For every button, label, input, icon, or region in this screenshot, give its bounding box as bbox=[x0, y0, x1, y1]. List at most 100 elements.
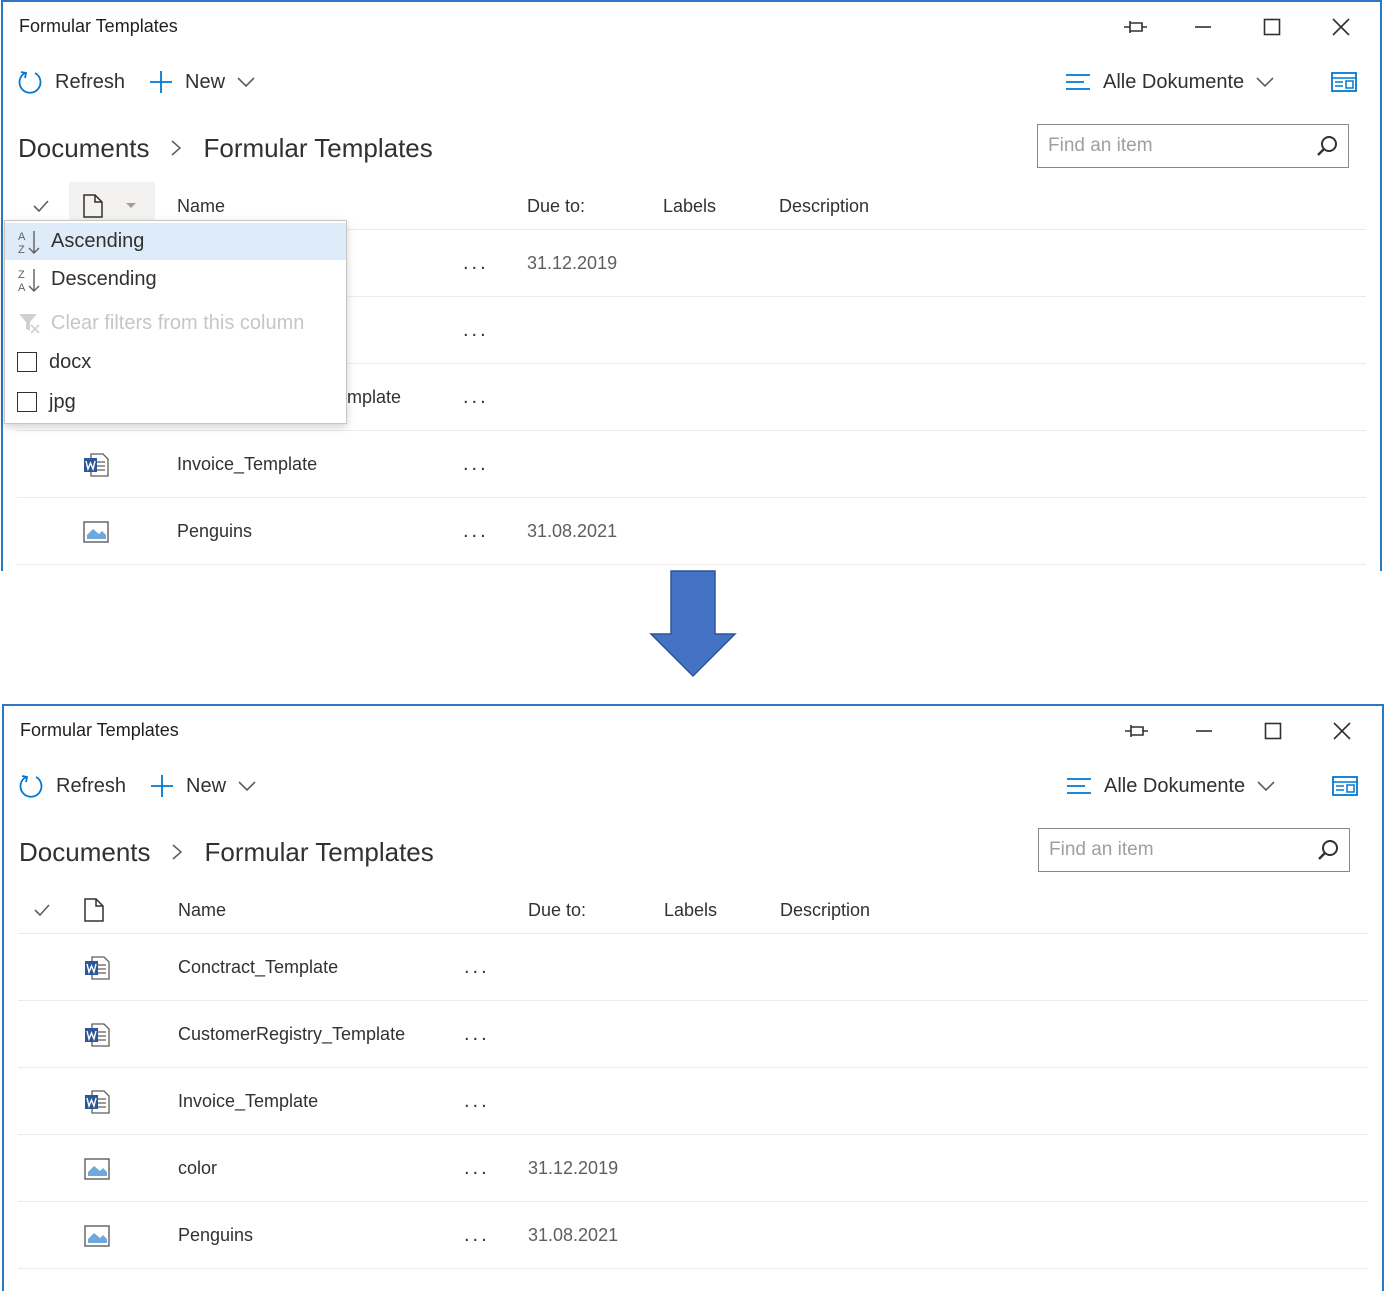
table-row[interactable]: CustomerRegistry_Template ... bbox=[18, 1001, 1368, 1068]
labels-column-header[interactable]: Labels bbox=[663, 182, 716, 230]
close-button[interactable] bbox=[1321, 10, 1361, 44]
checkmark-icon bbox=[33, 200, 49, 213]
sort-descending-icon: ZA bbox=[18, 268, 40, 293]
due-column-header[interactable]: Due to: bbox=[527, 182, 585, 230]
more-options-button[interactable]: ... bbox=[464, 1202, 490, 1269]
more-options-button[interactable]: ... bbox=[463, 297, 489, 364]
details-pane-button[interactable] bbox=[1332, 764, 1370, 808]
search-box[interactable] bbox=[1037, 124, 1349, 168]
filter-docx-checkbox[interactable] bbox=[17, 352, 37, 372]
clear-filter-icon bbox=[19, 314, 40, 334]
command-bar: Refresh New Alle Dokumente bbox=[4, 764, 1382, 808]
image-file-icon bbox=[83, 498, 109, 565]
minimize-button[interactable] bbox=[1183, 10, 1223, 44]
file-name[interactable]: Penguins bbox=[178, 1202, 253, 1269]
window-after-sort: Formular Templates Refresh New Alle Doku… bbox=[2, 704, 1384, 1291]
filter-jpg-item[interactable]: jpg bbox=[5, 383, 346, 421]
more-options-button[interactable]: ... bbox=[463, 364, 489, 431]
search-input[interactable] bbox=[1049, 839, 1317, 861]
table-row[interactable]: Invoice_Template ... bbox=[17, 431, 1366, 498]
more-options-button[interactable]: ... bbox=[464, 1135, 490, 1202]
chevron-down-icon bbox=[1256, 77, 1274, 88]
due-date: 31.12.2019 bbox=[527, 253, 618, 273]
transition-arrow-icon bbox=[649, 570, 737, 678]
maximize-button[interactable] bbox=[1252, 10, 1292, 44]
pin-button[interactable] bbox=[1115, 10, 1155, 44]
file-name[interactable]: CustomerRegistry_Template bbox=[178, 1001, 405, 1068]
breadcrumb-root[interactable]: Documents bbox=[18, 133, 150, 164]
file-name[interactable]: Conctract_Template bbox=[178, 934, 338, 1001]
window-title: Formular Templates bbox=[20, 720, 179, 740]
maximize-button[interactable] bbox=[1253, 714, 1293, 748]
clear-filters-label: Clear filters from this column bbox=[51, 311, 305, 334]
select-all-checkmark[interactable] bbox=[34, 886, 50, 934]
view-label: Alle Dokumente bbox=[1104, 774, 1246, 797]
maximize-icon bbox=[1263, 18, 1281, 36]
clear-filters-item: Clear filters from this column bbox=[5, 305, 346, 341]
minimize-icon bbox=[1196, 730, 1212, 732]
table-row[interactable]: Penguins ... 31.08.2021 bbox=[18, 1202, 1368, 1269]
list-header: Name Due to: Labels Description bbox=[18, 886, 1368, 934]
search-icon[interactable] bbox=[1316, 135, 1338, 157]
svg-text:A: A bbox=[18, 231, 26, 243]
close-button[interactable] bbox=[1322, 714, 1362, 748]
filter-docx-item[interactable]: docx bbox=[5, 343, 346, 381]
table-row[interactable]: Conctract_Template ... bbox=[18, 934, 1368, 1001]
refresh-button[interactable]: Refresh bbox=[18, 764, 126, 808]
title-bar: Formular Templates bbox=[4, 706, 1382, 756]
view-switcher[interactable]: Alle Dokumente bbox=[1065, 60, 1274, 104]
filter-jpg-label: jpg bbox=[49, 390, 76, 413]
details-pane-button[interactable] bbox=[1331, 60, 1369, 104]
refresh-icon bbox=[18, 71, 42, 94]
chevron-down-icon bbox=[238, 781, 256, 792]
due-column-header[interactable]: Due to: bbox=[528, 886, 586, 934]
search-input[interactable] bbox=[1048, 135, 1316, 157]
filter-jpg-checkbox[interactable] bbox=[17, 392, 37, 412]
chevron-down-icon bbox=[1257, 781, 1275, 792]
sort-ascending-item[interactable]: AZ Ascending bbox=[5, 223, 346, 260]
checkmark-icon bbox=[34, 904, 50, 917]
file-name[interactable]: mplate bbox=[347, 364, 401, 431]
view-switcher[interactable]: Alle Dokumente bbox=[1066, 764, 1275, 808]
description-column-header[interactable]: Description bbox=[779, 182, 869, 230]
sort-descending-item[interactable]: ZA Descending bbox=[5, 261, 346, 298]
more-options-button[interactable]: ... bbox=[463, 498, 489, 565]
view-label: Alle Dokumente bbox=[1103, 70, 1245, 93]
details-pane-icon bbox=[1332, 776, 1358, 796]
search-box[interactable] bbox=[1038, 828, 1350, 872]
list-view-icon bbox=[1066, 74, 1090, 90]
plus-icon bbox=[150, 71, 172, 93]
table-row[interactable]: Invoice_Template ... bbox=[18, 1068, 1368, 1135]
new-button[interactable]: New bbox=[149, 60, 255, 104]
more-options-button[interactable]: ... bbox=[463, 431, 489, 498]
file-name[interactable]: Invoice_Template bbox=[178, 1068, 318, 1135]
name-column-header[interactable]: Name bbox=[178, 886, 226, 934]
table-row[interactable]: Penguins ... 31.08.2021 bbox=[17, 498, 1366, 565]
minimize-button[interactable] bbox=[1184, 714, 1224, 748]
type-column-header[interactable] bbox=[84, 886, 104, 934]
pin-button[interactable] bbox=[1116, 714, 1156, 748]
column-sort-menu: AZ Ascending ZA Descending Clear filters… bbox=[4, 220, 347, 424]
word-file-icon bbox=[84, 934, 110, 1001]
more-options-button[interactable]: ... bbox=[464, 934, 490, 1001]
file-name[interactable]: Invoice_Template bbox=[177, 431, 317, 498]
breadcrumb-root[interactable]: Documents bbox=[19, 837, 151, 868]
file-name[interactable]: color bbox=[178, 1135, 217, 1202]
breadcrumb-current: Formular Templates bbox=[204, 836, 434, 867]
description-column-header[interactable]: Description bbox=[780, 886, 870, 934]
close-icon bbox=[1332, 18, 1350, 36]
sort-descending-label: Descending bbox=[51, 268, 157, 290]
file-name[interactable]: Penguins bbox=[177, 498, 252, 565]
refresh-icon bbox=[19, 775, 43, 798]
svg-text:Z: Z bbox=[18, 269, 25, 281]
refresh-button[interactable]: Refresh bbox=[17, 60, 125, 104]
table-row[interactable]: color ... 31.12.2019 bbox=[18, 1135, 1368, 1202]
labels-column-header[interactable]: Labels bbox=[664, 886, 717, 934]
more-options-button[interactable]: ... bbox=[464, 1001, 490, 1068]
more-options-button[interactable]: ... bbox=[464, 1068, 490, 1135]
minimize-icon bbox=[1195, 26, 1211, 28]
search-icon[interactable] bbox=[1317, 839, 1339, 861]
refresh-label: Refresh bbox=[55, 70, 126, 93]
more-options-button[interactable]: ... bbox=[463, 230, 489, 297]
new-button[interactable]: New bbox=[150, 764, 256, 808]
